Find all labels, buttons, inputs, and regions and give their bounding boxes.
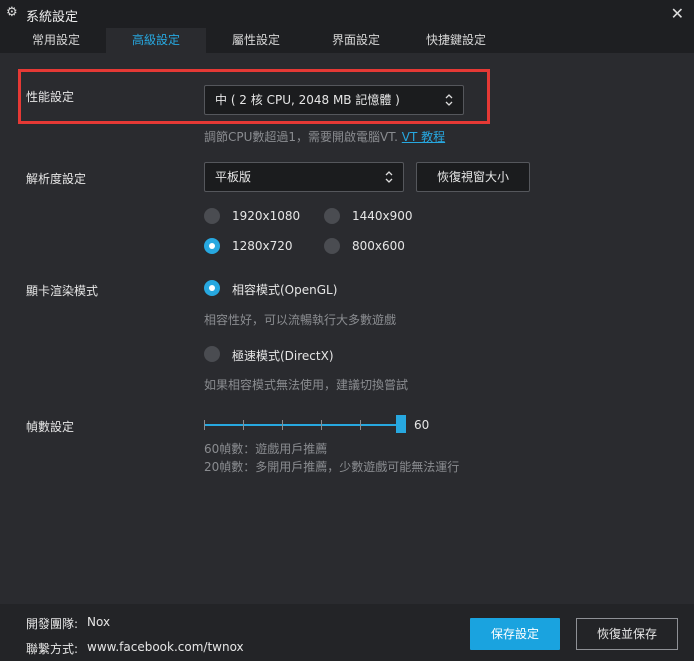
close-icon[interactable]: ✕ xyxy=(671,4,684,23)
gear-icon: ⚙ xyxy=(6,5,18,20)
window-title: 系統設定 xyxy=(26,10,79,25)
resolution-select-value: 平板版 xyxy=(215,170,252,184)
radio-directx[interactable] xyxy=(204,346,220,362)
tab-properties[interactable]: 屬性設定 xyxy=(208,28,304,53)
tab-general[interactable]: 常用設定 xyxy=(8,28,104,53)
performance-label: 性能設定 xyxy=(26,90,75,104)
radio-1280x720-label: 1280x720 xyxy=(232,239,293,253)
radio-800x600-label: 800x600 xyxy=(352,239,405,253)
radio-directx-label: 極速模式(DirectX) xyxy=(232,349,334,363)
resolution-select[interactable]: 平板版 xyxy=(204,162,404,192)
tab-bar: 常用設定 高級設定 屬性設定 界面設定 快捷鍵設定 xyxy=(0,28,694,53)
radio-1920x1080-label: 1920x1080 xyxy=(232,209,301,223)
team-label: 開發團隊: xyxy=(26,617,79,631)
fps-tick xyxy=(321,420,322,430)
radio-1920x1080[interactable] xyxy=(204,208,220,224)
performance-hint-text: 調節CPU數超過1，需要開啟電腦VT. xyxy=(204,130,402,144)
team-value: Nox xyxy=(87,615,111,629)
fps-note-20: 20幀數：多開用戶推薦，少數遊戲可能無法運行 xyxy=(204,460,460,474)
vt-tutorial-link[interactable]: VT 教程 xyxy=(402,130,445,144)
fps-tick xyxy=(282,420,283,430)
fps-note-60: 60幀數：遊戲用戶推薦 xyxy=(204,442,328,456)
opengl-description: 相容性好，可以流暢執行大多數遊戲 xyxy=(204,313,397,327)
radio-1280x720[interactable] xyxy=(204,238,220,254)
restore-and-save-button[interactable]: 恢復並保存 xyxy=(576,618,678,650)
contact-label: 聯繫方式: xyxy=(26,642,79,656)
radio-1440x900[interactable] xyxy=(324,208,340,224)
title-bar: ⚙ 系統設定 ✕ xyxy=(0,0,694,28)
performance-select[interactable]: 中 ( 2 核 CPU, 2048 MB 記憶體 ) xyxy=(204,85,464,115)
tab-interface[interactable]: 界面設定 xyxy=(306,28,406,53)
performance-select-value: 中 ( 2 核 CPU, 2048 MB 記憶體 ) xyxy=(215,93,400,107)
fps-tick xyxy=(243,420,244,430)
radio-opengl-label: 相容模式(OpenGL) xyxy=(232,283,338,297)
fps-slider-thumb[interactable] xyxy=(396,415,406,433)
tab-shortcuts[interactable]: 快捷鍵設定 xyxy=(408,28,504,53)
radio-1440x900-label: 1440x900 xyxy=(352,209,413,223)
restore-window-size-button[interactable]: 恢復視窗大小 xyxy=(416,162,530,192)
graphics-label: 顯卡渲染模式 xyxy=(26,284,99,298)
save-settings-button[interactable]: 保存設定 xyxy=(470,618,560,650)
chevron-up-down-icon xyxy=(445,94,453,106)
tab-advanced[interactable]: 高級設定 xyxy=(106,28,206,53)
contact-value: www.facebook.com/twnox xyxy=(87,640,244,654)
fps-value: 60 xyxy=(414,418,430,432)
fps-tick xyxy=(360,420,361,430)
performance-hint: 調節CPU數超過1，需要開啟電腦VT. VT 教程 xyxy=(204,128,445,145)
chevron-up-down-icon xyxy=(385,171,393,183)
directx-description: 如果相容模式無法使用，建議切換嘗試 xyxy=(204,378,409,392)
radio-800x600[interactable] xyxy=(324,238,340,254)
fps-label: 幀數設定 xyxy=(26,420,75,434)
radio-opengl[interactable] xyxy=(204,280,220,296)
resolution-label: 解析度設定 xyxy=(26,172,87,186)
fps-slider-track[interactable] xyxy=(204,424,400,426)
fps-tick xyxy=(204,420,205,430)
